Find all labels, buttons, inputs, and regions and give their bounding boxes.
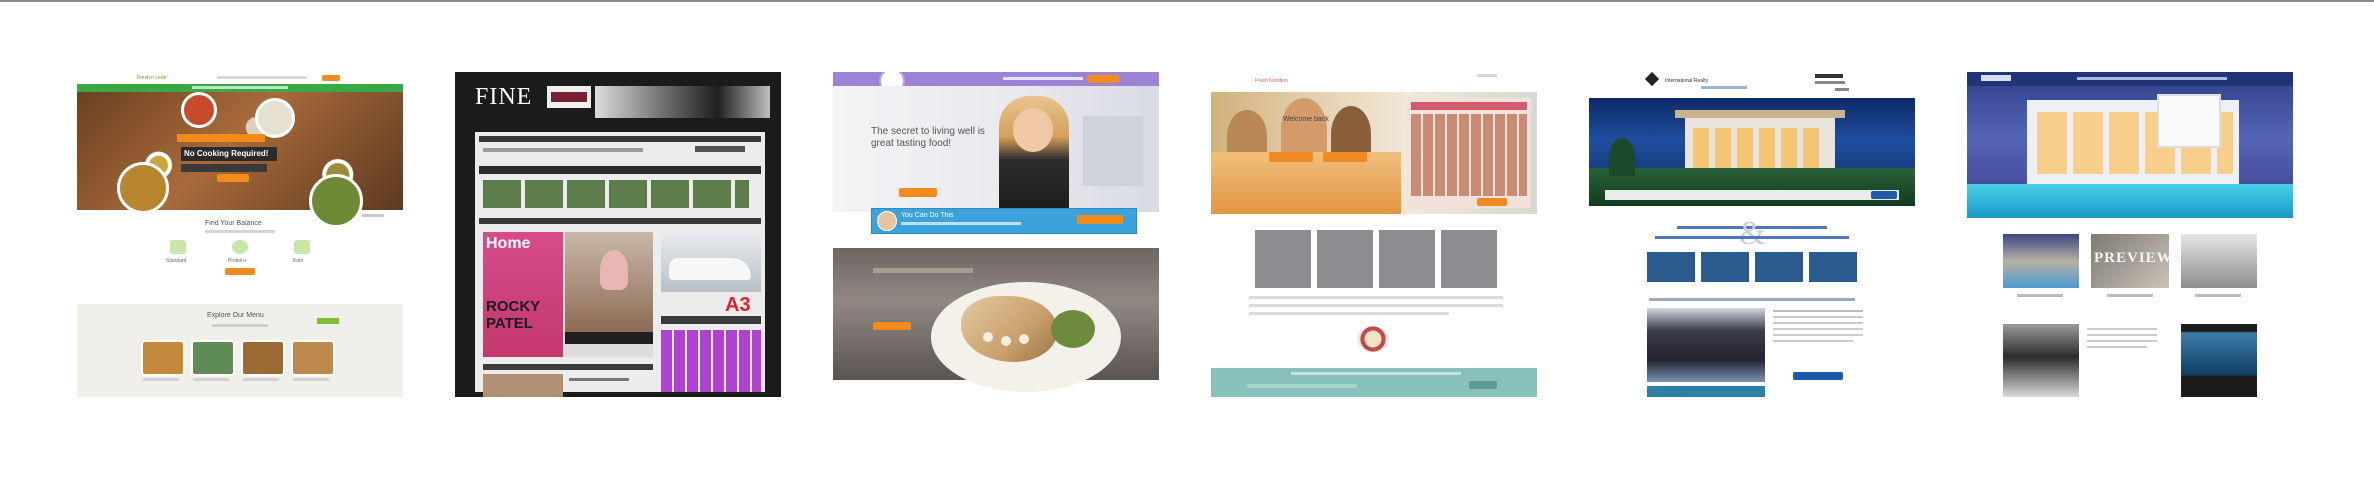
section-badge: A3 xyxy=(725,294,751,316)
section-title: Find Your Balance xyxy=(205,220,262,227)
magazine-logo: FINE xyxy=(475,84,533,110)
hero-button-secondary[interactable] xyxy=(1323,152,1367,162)
hero-cta-button[interactable] xyxy=(217,174,249,182)
site-logo: Fresh n Lean xyxy=(137,75,167,81)
plan-label: Standard xyxy=(166,258,187,264)
menu-title: Explore Our Menu xyxy=(207,312,264,319)
site-logo: Fresh Nutrition xyxy=(1255,78,1288,84)
hero-cta-button[interactable] xyxy=(899,188,937,197)
hero-headline: The secret to living well is great tasti… xyxy=(871,126,985,149)
top-divider xyxy=(0,0,2374,2)
protein-plan-icon xyxy=(232,240,248,254)
plan-label: Keto xyxy=(293,258,304,264)
portfolio-thumbnail-nutrition[interactable]: Fresh Nutrition Welcome back xyxy=(1211,72,1537,397)
search-button[interactable] xyxy=(1871,191,1897,199)
seal-icon xyxy=(1357,326,1389,352)
read-more-button[interactable] xyxy=(1793,372,1843,380)
team-photo xyxy=(1647,308,1765,382)
member-grid xyxy=(1407,98,1531,208)
agent-portrait xyxy=(2003,324,2079,397)
header-cta-button[interactable] xyxy=(1087,75,1119,83)
keto-plan-icon xyxy=(294,240,310,254)
cover-name: PATEL xyxy=(486,315,533,332)
cover-heading: Home xyxy=(486,235,531,252)
diamond-logo-icon xyxy=(1644,72,1660,87)
avatar xyxy=(877,211,897,231)
cover-name: ROCKY xyxy=(486,298,541,315)
get-started-button[interactable] xyxy=(225,268,255,275)
listing-photo[interactable] xyxy=(2181,234,2257,288)
header-cta-button[interactable] xyxy=(322,75,340,81)
listing-photo[interactable] xyxy=(2003,234,2079,288)
portfolio-thumbnail-wellness[interactable]: The secret to living well is great tasti… xyxy=(833,72,1159,397)
modern-home-photo xyxy=(1967,72,2293,218)
recipe-cta-button[interactable] xyxy=(873,322,911,330)
previews-overlay: PREVIEWS xyxy=(2094,250,2183,266)
hero-button-primary[interactable] xyxy=(1269,152,1313,162)
callout-button[interactable] xyxy=(1077,215,1123,224)
subscribe-button[interactable] xyxy=(1469,381,1497,389)
hero-banner: No Cooking Required! xyxy=(184,149,269,158)
video-thumbnail[interactable] xyxy=(2181,324,2257,397)
callout-title: You Can Do This xyxy=(901,212,954,219)
hero-text: Welcome back xyxy=(1283,116,1329,123)
portfolio-thumbnail-meal-delivery[interactable]: Fresh n Lean No Cooking Required! Find Y… xyxy=(77,72,403,397)
portfolio-thumbnail-modern-home[interactable]: PREVIEWS xyxy=(1967,72,2293,397)
portfolio-thumbnail-magazine[interactable]: FINE Home ROCKY PATEL A3 xyxy=(455,72,781,397)
property-search-bar[interactable] xyxy=(1605,190,1899,200)
feature-photo-strip xyxy=(1255,230,1499,288)
portfolio-thumbnail-realty[interactable]: International Realty & xyxy=(1589,72,1915,397)
listing-photo-strip xyxy=(1647,252,1857,282)
site-logo: International Realty xyxy=(1665,78,1709,84)
monogram-icon: & xyxy=(1739,215,1766,252)
plan-label: Protein+ xyxy=(228,258,247,264)
standard-plan-icon xyxy=(170,240,186,254)
